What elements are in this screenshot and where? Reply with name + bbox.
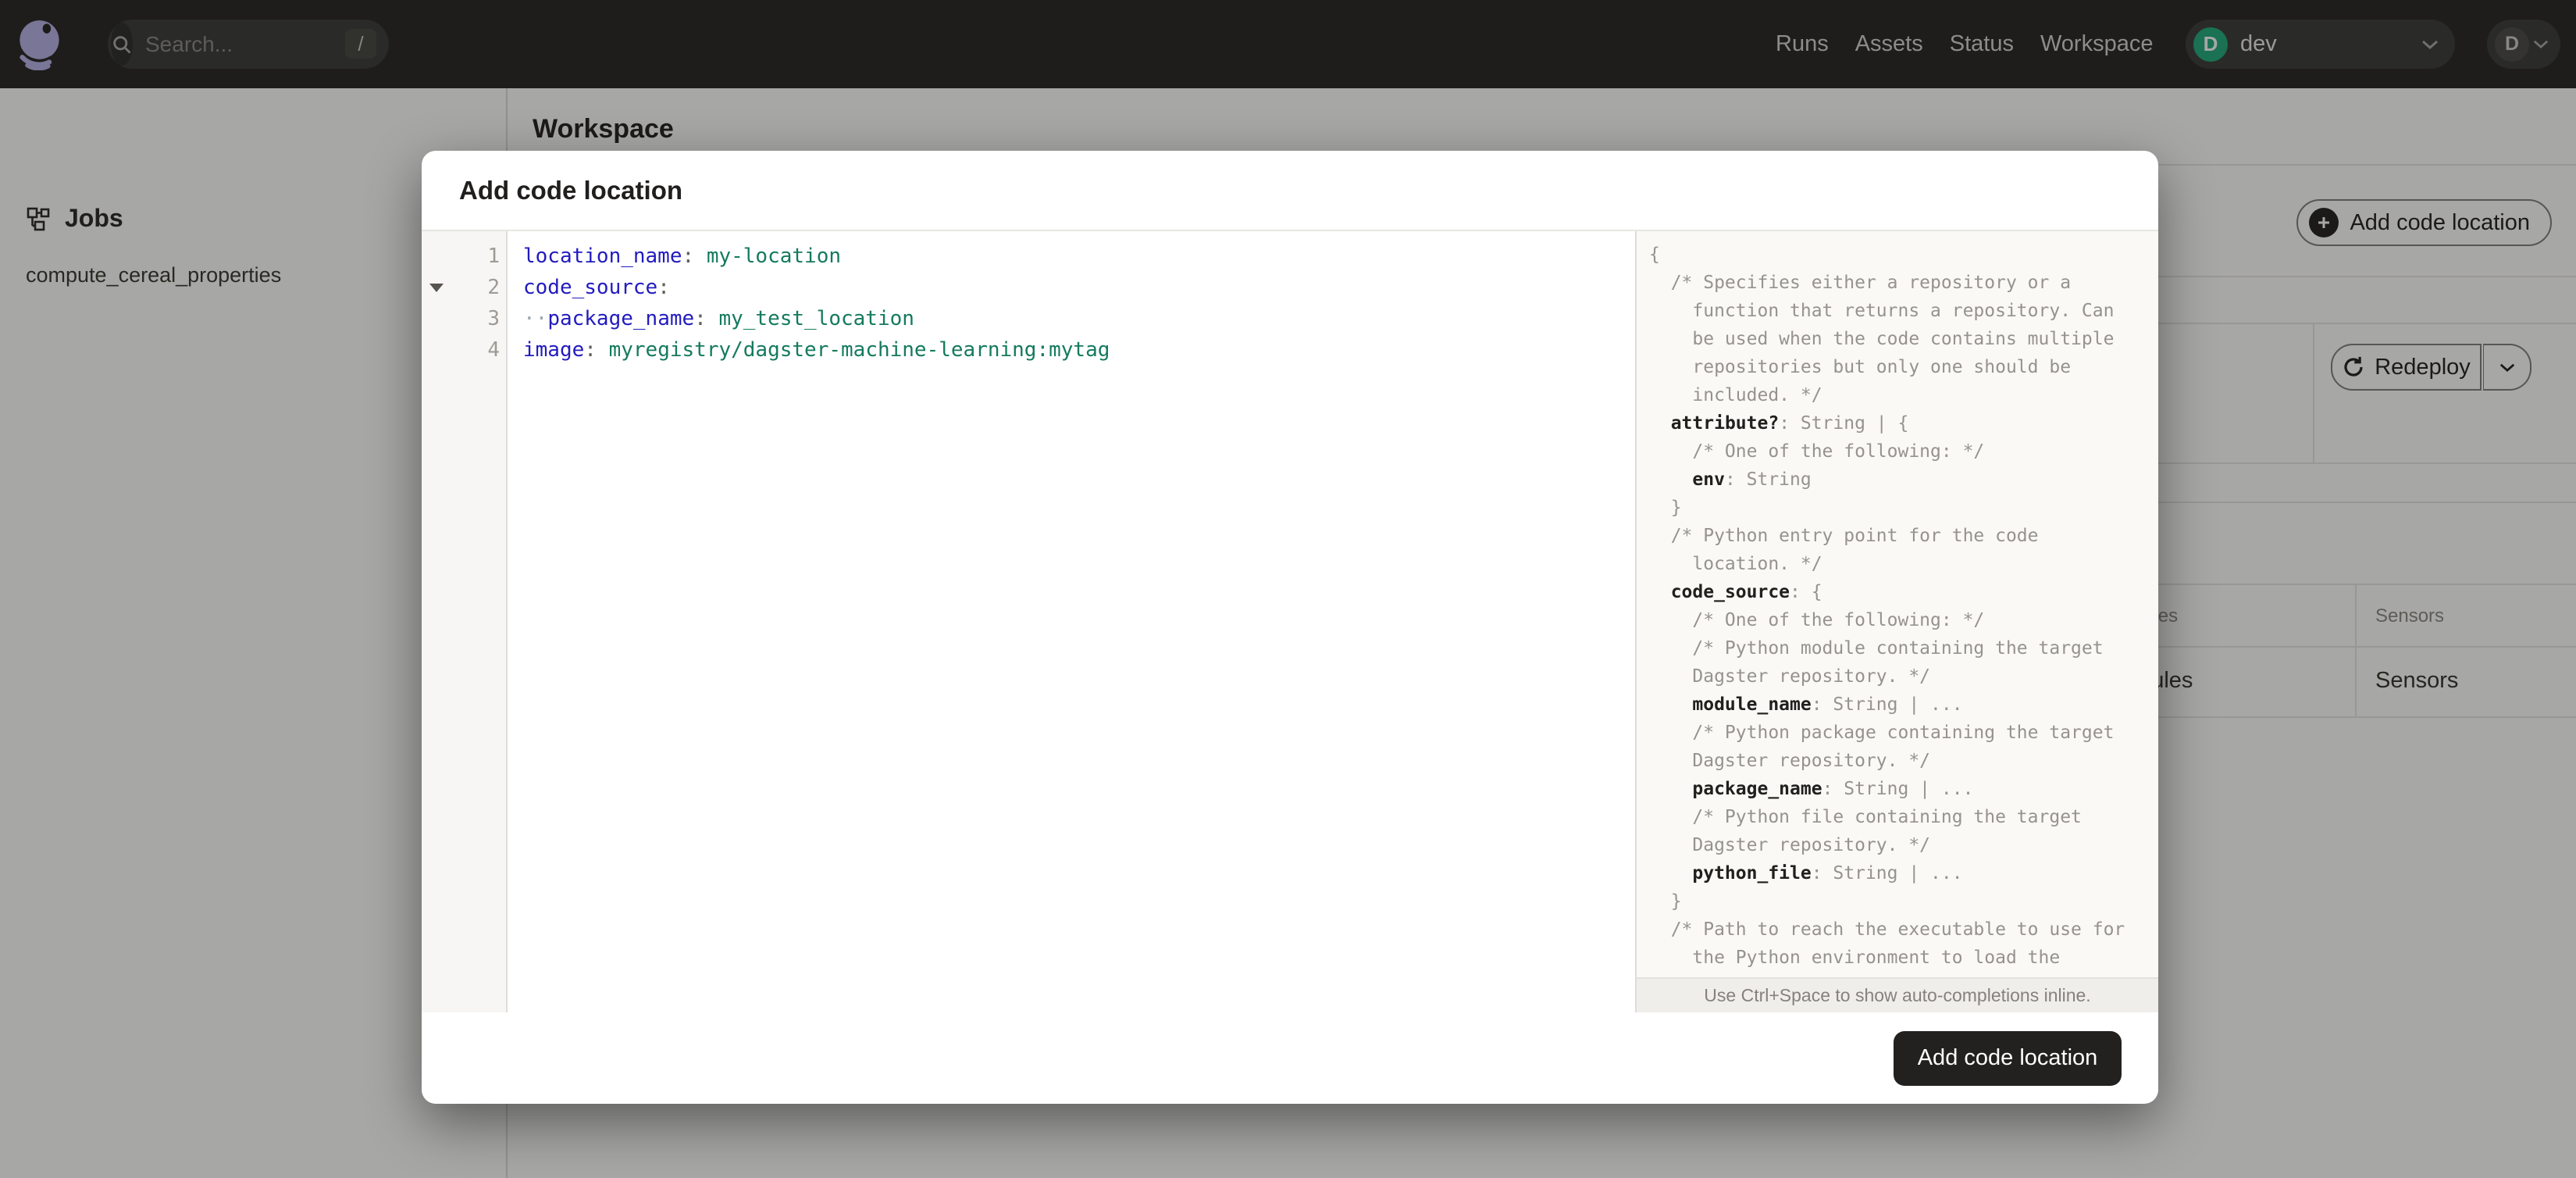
schema-line: /* Path to reach the executable to use f… [1649,919,2125,940]
schema-line: /* One of the following: */ [1649,610,1985,630]
autocomplete-hint: Use Ctrl+Space to show auto-completions … [1637,977,2158,1012]
schema-line: /* Python module containing the target [1649,638,2104,659]
schema-line: repositories but only one should be [1649,357,2072,377]
schema-line: Dagster repository. */ [1649,666,1931,687]
line-number: 4 [487,338,500,362]
code-line[interactable]: ··package_name: my_test_location [523,303,1635,334]
schema-line: /* Python file containing the target [1649,807,2082,827]
editor-code[interactable]: location_name: my-location code_source: ··… [508,231,1635,1012]
schema-line: /* Specifies either a repository or a [1649,273,2072,293]
schema-line: { [1649,245,1660,265]
schema-code: { /* Specifies either a repository or a … [1637,231,2158,972]
code-line[interactable]: image: myregistry/dagster-machine-learni… [523,334,1635,366]
schema-line: function that returns a repository. Can [1649,301,2115,321]
dialog-footer: Add code location [422,1012,2158,1104]
schema-line: be used when the code contains multiple [1649,329,2115,349]
schema-line: env: String [1692,469,1812,490]
schema-line: } [1649,891,1682,912]
line-number: 1 [487,245,500,268]
schema-line: location. */ [1649,554,1822,574]
dialog-title: Add code location [459,175,683,205]
editor-gutter: 1 2 3 4 [422,231,508,1012]
schema-line: module_name: String | ... [1692,694,1963,715]
code-line[interactable]: location_name: my-location [523,241,1635,272]
submit-add-code-location-button[interactable]: Add code location [1894,1030,2122,1086]
schema-line: /* Python package containing the target [1649,723,2115,743]
schema-line: attribute?: String | { [1670,413,1909,434]
fold-arrow-icon[interactable] [429,284,444,292]
schema-line: /* Python entry point for the code [1649,526,2039,546]
dialog-body: 1234 location_name: my-location code_sour… [422,231,2158,1012]
schema-line: code_source: { [1670,582,1822,602]
schema-line: the Python environment to load the [1649,948,2061,968]
schema-line: included. */ [1649,385,1822,405]
add-code-location-dialog: Add code location 1 2 3 4 location_name: my… [422,151,2158,1104]
schema-line: /* One of the following: */ [1649,441,1985,462]
code-line[interactable]: code_source: [523,272,1635,303]
schema-line: package_name: String | ... [1692,779,1974,799]
line-number: 3 [487,307,500,330]
schema-line: Dagster repository. */ [1649,751,1931,771]
yaml-editor[interactable]: 1 2 3 4 location_name: my-location code_sour… [422,231,1635,1012]
schema-help-panel: { /* Specifies either a repository or a … [1635,231,2158,1012]
schema-line: } [1649,498,1682,518]
schema-line: python_file: String | ... [1692,863,1963,884]
schema-line: Dagster repository. */ [1649,835,1931,855]
dialog-header: Add code location [422,151,2158,231]
line-number: 2 [422,272,506,303]
